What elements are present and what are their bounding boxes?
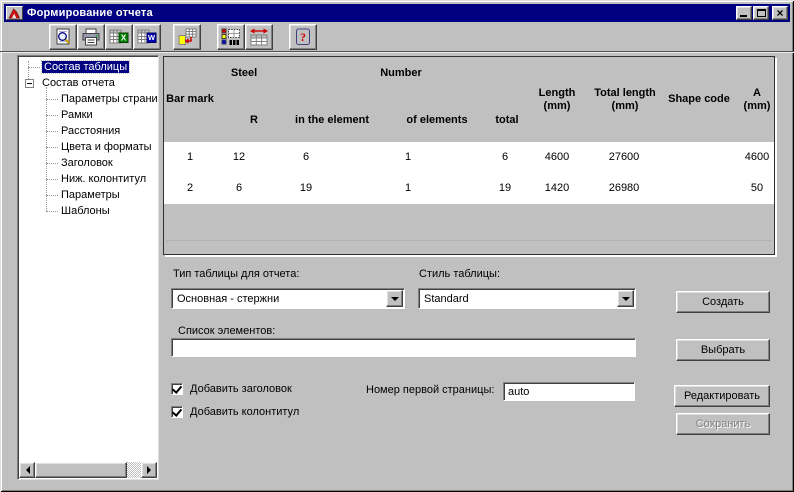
first-page-number-input[interactable] (503, 382, 635, 401)
minimize-button[interactable] (736, 6, 752, 20)
window-title: Формирование отчета (27, 7, 153, 19)
colors-formats-icon (221, 28, 240, 45)
column-header-total: total (495, 114, 519, 126)
report-generation-window: Формирование отчета × X W ? Состав табли… (0, 0, 794, 492)
help-button[interactable]: ? (289, 24, 317, 50)
column-group-number: Number (380, 67, 422, 79)
tree-item-templates[interactable]: Шаблоны (20, 203, 158, 219)
bars-table: Bar mark Steel R Number in the element o… (163, 56, 775, 255)
element-list-input[interactable] (171, 338, 636, 357)
column-header-in-the-element: in the element (295, 114, 369, 126)
tree-item-page-parameters[interactable]: Параметры страниц (20, 91, 158, 107)
print-preview-icon (56, 28, 70, 45)
tree-item-footer[interactable]: Ниж. колонтитул (20, 171, 158, 187)
close-button[interactable]: × (772, 6, 788, 20)
column-header-bar-mark: Bar mark (166, 93, 214, 105)
column-width-button[interactable] (245, 24, 273, 50)
chevron-down-icon[interactable] (617, 290, 634, 307)
table-style-label: Стиль таблицы: (419, 268, 500, 280)
close-icon: × (776, 6, 784, 20)
tree-item-parameters[interactable]: Параметры (20, 187, 158, 203)
insert-report-table-button[interactable] (173, 24, 201, 50)
table-type-label: Тип таблицы для отчета: (173, 268, 300, 280)
print-preview-button[interactable] (49, 24, 77, 50)
column-group-steel: Steel (230, 67, 258, 79)
scroll-left-icon (22, 466, 30, 474)
toolbar: X W ? (4, 23, 790, 51)
toolbar-separator (0, 51, 794, 53)
add-header-label: Добавить заголовок (190, 383, 292, 395)
tree-item-distances[interactable]: Расстояния (20, 123, 158, 139)
scroll-right-button[interactable] (141, 462, 157, 478)
print-button[interactable] (77, 24, 105, 50)
insert-report-table-icon (178, 28, 197, 45)
table-type-combobox[interactable]: Основная - стержни (171, 288, 405, 309)
export-excel-button[interactable]: X (105, 24, 133, 50)
scroll-right-icon (146, 466, 155, 474)
scrollbar-thumb[interactable] (35, 462, 127, 478)
tree-item-report-composition[interactable]: Состав отчета (20, 75, 158, 91)
table-type-value: Основная - стержни (177, 292, 280, 305)
svg-text:?: ? (300, 30, 306, 44)
help-icon: ? (296, 28, 310, 45)
export-word-icon: W (137, 29, 157, 44)
table-body: 1 12 6 1 6 4600 27600 4600 2 6 19 1 19 1… (164, 142, 774, 204)
first-page-number-label: Номер первой страницы: (366, 384, 495, 396)
column-header-r: R (250, 114, 258, 126)
column-header-shape-code: Shape code (668, 93, 730, 105)
tree-item-header[interactable]: Заголовок (20, 155, 158, 171)
save-button: Сохранить (676, 413, 770, 435)
settings-tree: Состав таблицы Состав отчета Параметры с… (17, 55, 159, 480)
element-list-label: Список элементов: (178, 325, 276, 337)
colors-formats-button[interactable] (217, 24, 245, 50)
scroll-left-button[interactable] (19, 462, 35, 478)
print-icon (82, 28, 100, 46)
export-excel-icon: X (109, 29, 129, 44)
add-footer-label: Добавить колонтитул (190, 406, 300, 418)
table-style-combobox[interactable]: Standard (418, 288, 636, 309)
tree-item-colors-formats[interactable]: Цвета и форматы (20, 139, 158, 155)
maximize-button[interactable] (753, 6, 769, 20)
column-header-total-length: Total length (mm) (594, 87, 656, 112)
add-header-checkbox[interactable] (171, 383, 183, 395)
edit-button[interactable]: Редактировать (674, 385, 770, 407)
minimize-icon (740, 15, 747, 17)
table-footer-separator (167, 240, 771, 241)
chevron-down-icon[interactable] (386, 290, 403, 307)
tree-item-frames[interactable]: Рамки (20, 107, 158, 123)
select-button[interactable]: Выбрать (676, 339, 770, 361)
export-word-button[interactable]: W (133, 24, 161, 50)
column-header-a: A (mm) (743, 87, 771, 112)
create-button[interactable]: Создать (676, 291, 770, 313)
column-header-length: Length (mm) (538, 87, 576, 112)
app-logo-icon[interactable] (6, 6, 23, 20)
svg-text:W: W (148, 33, 156, 42)
column-header-of-elements: of elements (406, 114, 468, 126)
column-width-icon (250, 28, 268, 46)
table-style-value: Standard (424, 292, 469, 305)
maximize-icon (756, 9, 766, 17)
add-footer-checkbox[interactable] (171, 406, 183, 418)
tree-horizontal-scrollbar[interactable] (19, 462, 157, 478)
svg-text:X: X (121, 33, 127, 42)
titlebar: Формирование отчета × (4, 4, 790, 22)
tree-item-table-composition[interactable]: Состав таблицы (20, 59, 158, 75)
